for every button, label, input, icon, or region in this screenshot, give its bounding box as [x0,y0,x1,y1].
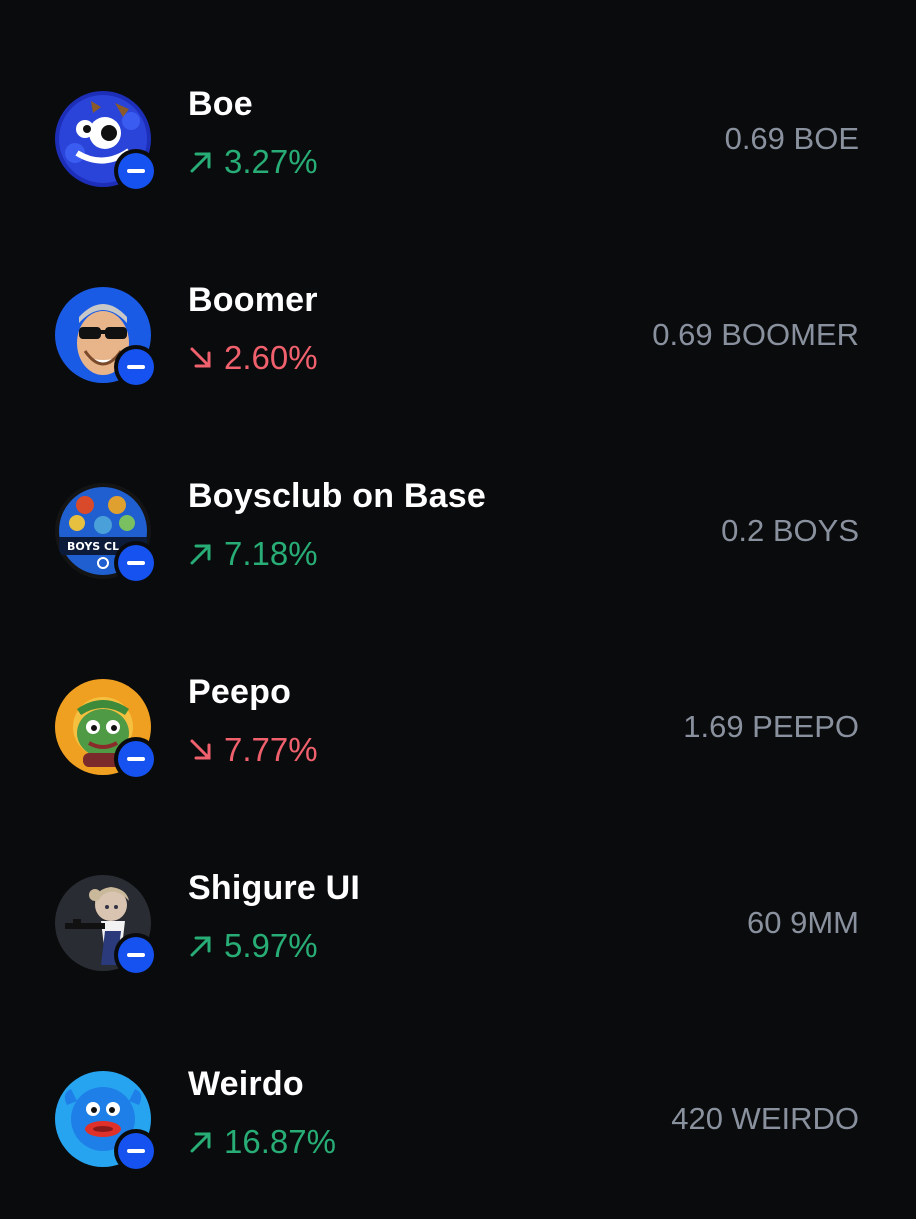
asset-balance: 0.69 BOOMER [652,317,859,352]
asset-change: 7.77% [188,731,318,769]
asset-change-value: 16.87% [224,1123,336,1160]
base-network-icon [114,1129,158,1173]
asset-name: Shigure UI [188,869,361,907]
asset-row-weirdo[interactable]: Weirdo 16.87% 420 WEIRDO [0,1023,916,1219]
base-network-icon [114,737,158,781]
asset-row-shigure-ui[interactable]: Shigure UI 5.97% 60 9MM [0,827,916,1023]
asset-name: Boe [188,85,253,123]
asset-name: Boysclub on Base [188,477,486,515]
asset-avatar [55,679,158,781]
asset-row-peepo[interactable]: Peepo 7.77% 1.69 PEEPO [0,631,916,827]
asset-change-value: 7.18% [224,535,318,572]
asset-change: 5.97% [188,927,318,965]
base-network-icon [114,541,158,585]
asset-change: 7.18% [188,535,318,573]
arrow-down-right-icon [190,347,211,368]
base-network-icon [114,345,158,389]
asset-name: Weirdo [188,1065,304,1103]
asset-change-value: 3.27% [224,143,318,180]
asset-row-boomer[interactable]: Boomer 2.60% 0.69 BOOMER [0,239,916,435]
asset-change: 16.87% [188,1123,336,1161]
asset-balance: 0.69 BOE [724,121,859,156]
asset-change-value: 2.60% [224,339,318,376]
asset-name: Peepo [188,673,292,711]
asset-change: 2.60% [188,339,318,377]
asset-change-value: 7.77% [224,731,318,768]
asset-list: Boe 3.27% 0.69 BOE Boomer 2.60% 0.69 BOO… [0,0,916,1200]
arrow-down-right-icon [190,739,211,760]
base-network-icon [114,933,158,977]
asset-balance: 420 WEIRDO [671,1101,859,1136]
asset-avatar [55,875,158,977]
asset-balance: 1.69 PEEPO [683,709,859,744]
arrow-up-right-icon [190,544,211,565]
arrow-up-right-icon [190,1132,211,1153]
asset-row-boe[interactable]: Boe 3.27% 0.69 BOE [0,43,916,239]
asset-change-value: 5.97% [224,927,318,964]
asset-name: Boomer [188,281,318,319]
asset-balance: 60 9MM [747,905,859,940]
asset-avatar: BOYS CL [55,483,158,585]
asset-change: 3.27% [188,143,318,181]
asset-avatar [55,1071,158,1173]
asset-avatar [55,287,158,389]
asset-avatar [55,91,158,193]
boys-avatar-text: BOYS CL [67,540,119,553]
arrow-up-right-icon [190,152,211,173]
asset-balance: 0.2 BOYS [721,513,859,548]
arrow-up-right-icon [190,936,211,957]
base-network-icon [114,149,158,193]
asset-row-boysclub[interactable]: BOYS CL Boysclub on Base 7.18% 0.2 BOYS [0,435,916,631]
